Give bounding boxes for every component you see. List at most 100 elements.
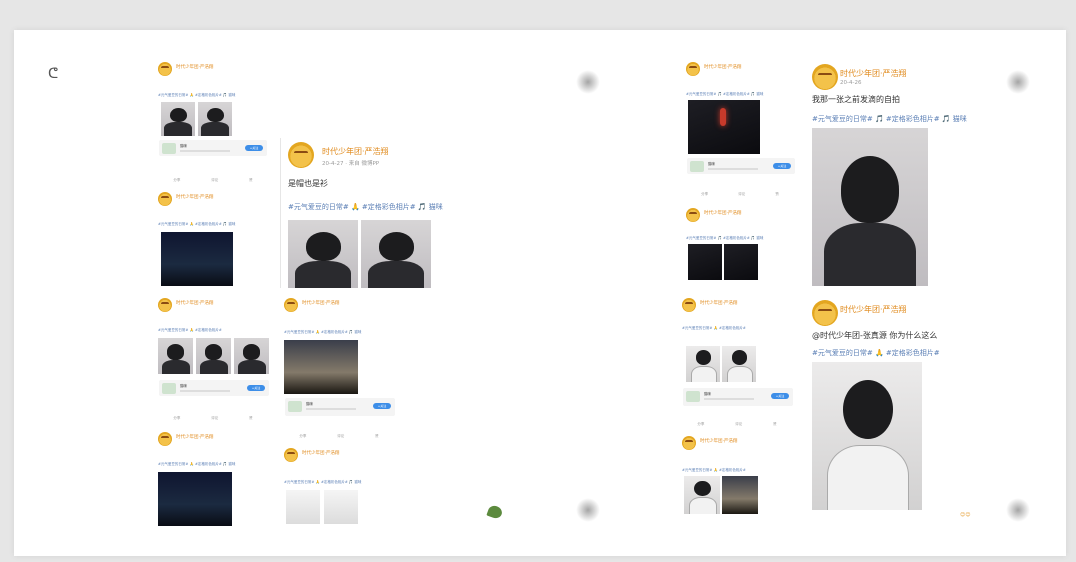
post-tags[interactable]: #元气爱豆的日常# 🎵 #定格彩色相片# 🎵 猫咪 [812, 114, 967, 124]
divider [280, 138, 281, 288]
post-small[interactable]: 时代少年团·严浩翔 #元气爱豆的日常# 🙏 #定格彩色相片# [682, 434, 802, 530]
post-tags[interactable]: #元气爱豆的日常# 🙏 #定格彩色相片# [812, 348, 940, 358]
comment-button[interactable]: 评论 [738, 192, 745, 197]
link-card[interactable]: 猫咪 +关注 [687, 158, 795, 174]
post-small[interactable]: 时代少年团·严浩翔 #元气爱豆的日常# 🙏 #定格彩色相片# 🎵 猫咪 猫咪 +… [158, 60, 278, 190]
post-photo[interactable] [724, 244, 758, 280]
post-photo[interactable] [688, 100, 760, 154]
post-author[interactable]: 时代少年团·严浩翔 [176, 434, 213, 440]
follow-button[interactable]: +关注 [771, 393, 789, 399]
like-button[interactable]: 赞 [773, 422, 777, 427]
post-photo[interactable] [161, 232, 233, 286]
post-small[interactable]: 时代少年团·严浩翔 #元气爱豆的日常# 🙏 #定格彩色相片# 🎵 猫咪 [284, 446, 408, 530]
post-author[interactable]: 时代少年团·严浩翔 [302, 450, 339, 456]
post-tags[interactable]: #元气爱豆的日常# 🙏 #定格彩色相片# [682, 326, 746, 331]
post-author[interactable]: 时代少年团·严浩翔 [302, 300, 339, 306]
post-author[interactable]: 时代少年团·严浩翔 [322, 146, 389, 157]
post-tags[interactable]: #元气爱豆的日常# 🙏 #定格彩色相片# 🎵 猫咪 [284, 480, 361, 485]
post-large[interactable]: 时代少年团·严浩翔 20-4-26 我那一张之前发滴的自拍 #元气爱豆的日常# … [810, 62, 1010, 292]
link-card[interactable]: 猫咪 +关注 [683, 388, 793, 406]
like-button[interactable]: 赞 [249, 178, 253, 183]
post-photo[interactable] [234, 338, 269, 374]
post-author[interactable]: 时代少年团·严浩翔 [840, 68, 907, 79]
comment-button[interactable]: 评论 [735, 422, 742, 427]
post-author[interactable]: 时代少年团·严浩翔 [704, 64, 741, 70]
post-text: @时代少年团-张真源 你为什么这么 [812, 331, 938, 340]
post-photo[interactable] [686, 346, 720, 382]
follow-button[interactable]: +关注 [373, 403, 391, 409]
avatar [158, 192, 172, 206]
post-author[interactable]: 时代少年团·严浩翔 [700, 300, 737, 306]
post-photo[interactable] [284, 340, 358, 394]
share-button[interactable]: 分享 [299, 434, 306, 439]
post-large[interactable]: 时代少年团·严浩翔 @时代少年团-张真源 你为什么这么 #元气爱豆的日常# 🙏 … [810, 298, 1010, 524]
like-button[interactable]: 赞 [775, 192, 779, 197]
post-photo[interactable] [161, 102, 195, 136]
scribble-doodle: ᕦ [48, 66, 59, 82]
post-photo[interactable] [688, 244, 722, 280]
link-card[interactable]: 猫咪 +关注 [285, 398, 395, 416]
post-date: 20-4-27 · 来自 微博PP [322, 161, 380, 167]
post-tags[interactable]: #元气爱豆的日常# 🙏 #定格彩色相片# [158, 328, 222, 333]
blur-mark [576, 498, 600, 522]
post-photo[interactable] [196, 338, 231, 374]
post-photo[interactable] [722, 346, 756, 382]
divider [306, 408, 356, 410]
post-text: 我那一张之前发滴的自拍 [812, 95, 900, 104]
avatar [682, 436, 696, 450]
post-tags[interactable]: #元气爱豆的日常# 🙏 #定格彩色相片# 🎵 猫咪 [158, 93, 235, 98]
post-photo[interactable] [722, 476, 758, 514]
share-button[interactable]: 分享 [701, 192, 708, 197]
post-date: 20-4-26 [840, 80, 862, 86]
post-photo[interactable] [198, 102, 232, 136]
link-card[interactable]: 猫咪 +关注 [159, 140, 267, 156]
avatar [158, 298, 172, 312]
post-large[interactable]: 时代少年团·严浩翔 20-4-27 · 来自 微博PP 是帽也是衫 #元气爱豆的… [286, 138, 506, 294]
post-author[interactable]: 时代少年团·严浩翔 [176, 194, 213, 200]
avatar [158, 432, 172, 446]
leaf-icon [486, 503, 504, 521]
post-tags[interactable]: #元气爱豆的日常# 🙏 #定格彩色相片# [682, 468, 746, 473]
link-card[interactable]: 猫咪 +关注 [159, 380, 269, 396]
post-photo[interactable] [158, 472, 232, 526]
post-tags[interactable]: #元气爱豆的日常# 🙏 #定格彩色相片# 🎵 猫咪 [288, 202, 443, 212]
like-button[interactable]: 赞 [249, 416, 253, 421]
comment-button[interactable]: 评论 [337, 434, 344, 439]
post-small[interactable]: 时代少年团·严浩翔 #元气爱豆的日常# 🙏 #定格彩色相片# 🎵 猫咪 [158, 430, 278, 530]
follow-button[interactable]: +关注 [245, 145, 263, 151]
follow-button[interactable]: +关注 [773, 163, 791, 169]
post-small[interactable]: 时代少年团·严浩翔 #元气爱豆的日常# 🎵 #定格彩色相片# 🎵 猫咪 [686, 206, 802, 292]
post-author[interactable]: 时代少年团·严浩翔 [176, 64, 213, 70]
share-button[interactable]: 分享 [173, 416, 180, 421]
post-photo[interactable] [158, 338, 193, 374]
post-small[interactable]: 时代少年团·严浩翔 #元气爱豆的日常# 🙏 #定格彩色相片# 猫咪 +关注 分享… [158, 296, 282, 426]
post-photo[interactable] [324, 490, 358, 524]
share-button[interactable]: 分享 [173, 178, 180, 183]
post-photo[interactable] [684, 476, 720, 514]
post-author[interactable]: 时代少年团·严浩翔 [704, 210, 741, 216]
post-photo[interactable] [288, 220, 358, 288]
post-tags[interactable]: #元气爱豆的日常# 🎵 #定格彩色相片# 🎵 猫咪 [686, 92, 763, 97]
post-small[interactable]: 时代少年团·严浩翔 #元气爱豆的日常# 🙏 #定格彩色相片# 猫咪 +关注 分享… [682, 296, 802, 436]
post-photo[interactable] [812, 128, 928, 286]
post-tags[interactable]: #元气爱豆的日常# 🙏 #定格彩色相片# 🎵 猫咪 [158, 462, 235, 467]
post-tags[interactable]: #元气爱豆的日常# 🙏 #定格彩色相片# 🎵 猫咪 [158, 222, 235, 227]
post-photo[interactable] [812, 362, 922, 510]
post-author[interactable]: 时代少年团·严浩翔 [700, 438, 737, 444]
post-small[interactable]: 时代少年团·严浩翔 #元气爱豆的日常# 🙏 #定格彩色相片# 🎵 猫咪 猫咪 +… [284, 296, 408, 446]
card-title: 猫咪 [180, 384, 187, 388]
share-button[interactable]: 分享 [697, 422, 704, 427]
follow-button[interactable]: +关注 [247, 385, 265, 391]
post-photo[interactable] [286, 490, 320, 524]
post-tags[interactable]: #元气爱豆的日常# 🙏 #定格彩色相片# 🎵 猫咪 [284, 330, 361, 335]
post-author[interactable]: 时代少年团·严浩翔 [176, 300, 213, 306]
post-author[interactable]: 时代少年团·严浩翔 [840, 304, 907, 315]
divider [180, 150, 230, 152]
comment-button[interactable]: 评论 [211, 178, 218, 183]
like-button[interactable]: 赞 [375, 434, 379, 439]
comment-button[interactable]: 评论 [211, 416, 218, 421]
post-photo[interactable] [361, 220, 431, 288]
post-small[interactable]: 时代少年团·严浩翔 #元气爱豆的日常# 🙏 #定格彩色相片# 🎵 猫咪 [158, 190, 278, 290]
post-small[interactable]: 时代少年团·严浩翔 #元气爱豆的日常# 🎵 #定格彩色相片# 🎵 猫咪 猫咪 +… [686, 60, 802, 206]
post-tags[interactable]: #元气爱豆的日常# 🎵 #定格彩色相片# 🎵 猫咪 [686, 236, 763, 241]
